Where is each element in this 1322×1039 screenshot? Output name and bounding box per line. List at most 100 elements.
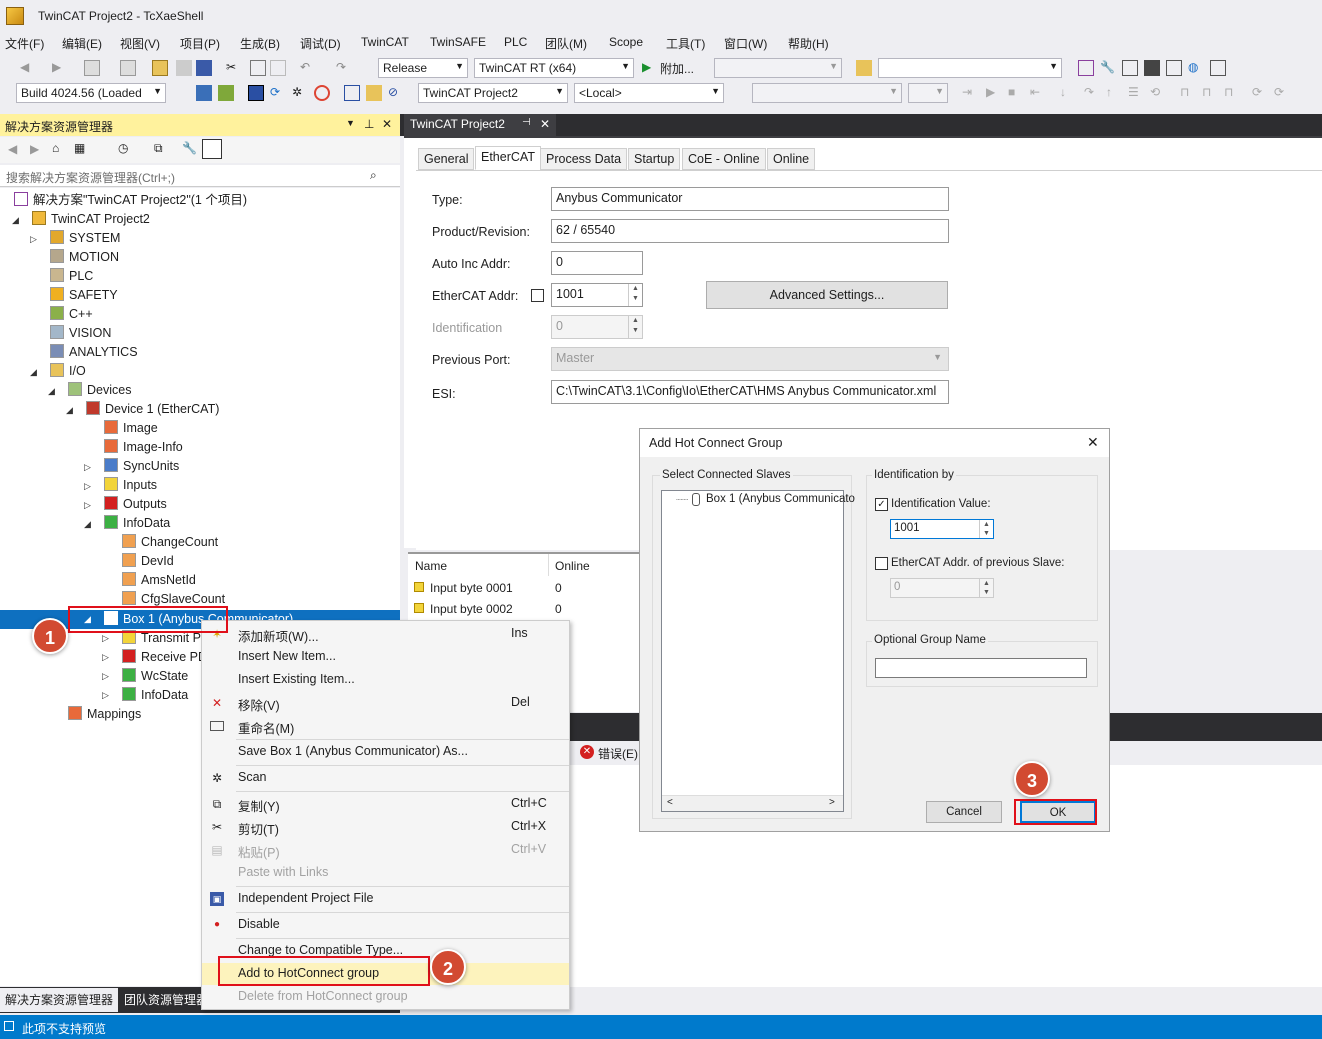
menu-item-independent-file[interactable]: ▣ Independent Project File [202, 888, 569, 910]
find-in-files-icon[interactable] [856, 60, 872, 76]
tab-team-explorer[interactable]: 团队资源管理器 [124, 991, 208, 1008]
close-icon[interactable]: ✕ [540, 117, 550, 131]
product-revision-field[interactable]: 62 / 65540 [551, 219, 949, 243]
tab-ethercat[interactable]: EtherCAT [475, 146, 541, 170]
table-row[interactable]: Input byte 0002 0 [408, 601, 642, 621]
menu-item-copy[interactable]: ⧉ 复制(Y) Ctrl+C [202, 793, 569, 815]
logout-icon[interactable]: ⇤ [1030, 85, 1046, 101]
slave-list-item[interactable]: Box 1 (Anybus Communicato [706, 493, 855, 505]
optional-name-input[interactable] [875, 658, 1087, 678]
menu-view[interactable]: 视图(V) [120, 35, 160, 52]
undo-icon[interactable]: ↶ [300, 60, 316, 76]
search-input[interactable]: 搜索解决方案资源管理器(Ctrl+;) [6, 169, 175, 186]
expand-arrow-icon[interactable]: ◢ [48, 386, 55, 397]
step-over-icon[interactable]: ↷ [1084, 85, 1100, 101]
menu-item-insert-existing[interactable]: Insert Existing Item... [202, 669, 569, 691]
identification-value-input[interactable]: 1001 ▲ ▼ [890, 519, 994, 539]
run-mode-icon[interactable] [218, 85, 234, 101]
collapse-arrow-icon[interactable]: ▷ [84, 500, 91, 511]
menu-item-delete-hotconnect[interactable]: Delete from HotConnect group [202, 986, 569, 1008]
unforce-icon[interactable]: ⊓ [1224, 85, 1240, 101]
horizontal-scrollbar[interactable]: < > [662, 795, 843, 811]
menu-item-paste[interactable]: ▤ 粘贴(P) Ctrl+V [202, 839, 569, 861]
terminal-icon[interactable] [1210, 60, 1226, 76]
force-values-icon[interactable]: ⊓ [1202, 85, 1218, 101]
new-project-icon[interactable] [84, 60, 100, 76]
tab-online[interactable]: Online [767, 148, 816, 170]
menu-item-disable[interactable]: ● Disable [202, 914, 569, 936]
write-values-icon[interactable]: ⊓ [1180, 85, 1196, 101]
globe-icon[interactable]: ◍ [1188, 60, 1204, 76]
scan-icon[interactable]: ✲ [292, 85, 308, 101]
target-dropdown[interactable]: <Local> ▼ [574, 83, 724, 103]
config-mode-icon[interactable] [248, 85, 264, 101]
menu-scope[interactable]: Scope [609, 35, 643, 49]
type-field[interactable]: Anybus Communicator [551, 187, 949, 211]
home-icon[interactable]: ⌂ [52, 141, 59, 155]
breakpoint-icon[interactable]: ☰ [1128, 85, 1144, 101]
tree-item-plc[interactable]: PLC [50, 267, 93, 286]
tree-item-devices[interactable]: Devices [68, 381, 131, 400]
platform-dropdown[interactable]: TwinCAT RT (x64) ▼ [474, 58, 634, 78]
tree-item-analytics[interactable]: ANALYTICS [50, 343, 138, 362]
tree-item-io[interactable]: I/O [50, 362, 86, 381]
table-row[interactable]: Input byte 0001 0 [408, 580, 642, 600]
collapse-arrow-icon[interactable]: ▷ [30, 234, 37, 245]
collapse-arrow-icon[interactable]: ▷ [102, 690, 109, 701]
tree-item-image[interactable]: Image [104, 419, 158, 438]
document-tab[interactable]: TwinCAT Project2 ⊣ ✕ [404, 114, 556, 136]
grid-header-name[interactable]: Name [415, 559, 447, 573]
tree-item-system[interactable]: SYSTEM [50, 229, 120, 248]
close-icon[interactable]: ✕ [1087, 434, 1099, 451]
search-icon[interactable]: ⌕ [370, 168, 377, 183]
login-icon[interactable]: ⇥ [962, 85, 978, 101]
identification-value-checkbox[interactable]: ✓ [875, 498, 888, 511]
menu-item-remove[interactable]: ✕ 移除(V) Del [202, 692, 569, 714]
stop-icon[interactable]: ■ [1008, 85, 1024, 101]
menu-tools[interactable]: 工具(T) [666, 35, 705, 52]
config-dropdown[interactable]: Release ▼ [378, 58, 468, 78]
collapse-all-icon[interactable]: ⧉ [154, 141, 163, 156]
pending-changes-icon[interactable]: ◷ [118, 141, 128, 155]
tree-item-changecount[interactable]: ChangeCount [122, 533, 218, 552]
pin-icon[interactable]: ⊥ [364, 117, 374, 131]
tree-item-solution[interactable]: 解决方案"TwinCAT Project2"(1 个项目) [14, 191, 247, 210]
expand-arrow-icon[interactable]: ◢ [84, 519, 91, 530]
collapse-arrow-icon[interactable]: ▷ [102, 633, 109, 644]
ecaddr-field[interactable]: 1001 ▲ ▼ [551, 283, 643, 307]
tree-item-box-infodata[interactable]: InfoData [122, 686, 188, 705]
spinner-icon[interactable]: ▲ ▼ [628, 284, 642, 306]
restart-icon[interactable] [314, 85, 330, 101]
menu-item-add-new[interactable]: ✶ 添加新项(W)... Ins [202, 623, 569, 645]
chevron-down-icon[interactable]: ▼ [346, 118, 355, 128]
redo-icon[interactable]: ↷ [336, 60, 352, 76]
menu-window[interactable]: 窗口(W) [724, 35, 767, 52]
ecaddr-checkbox[interactable] [531, 289, 544, 302]
add-item-icon[interactable] [120, 60, 136, 76]
esi-field[interactable]: C:\TwinCAT\3.1\Config\Io\EtherCAT\HMS An… [551, 380, 949, 404]
properties-icon[interactable] [1166, 60, 1182, 76]
menu-item-scan[interactable]: ✲ Scan [202, 767, 569, 789]
expand-arrow-icon[interactable]: ◢ [66, 405, 73, 416]
tab-coe-online[interactable]: CoE - Online [682, 148, 766, 170]
tree-item-syncunits[interactable]: SyncUnits [104, 457, 179, 476]
close-icon[interactable]: ✕ [382, 117, 392, 131]
tab-process-data[interactable]: Process Data [540, 148, 628, 170]
tree-item-outputs[interactable]: Outputs [104, 495, 167, 514]
menu-twincat[interactable]: TwinCAT [361, 35, 409, 49]
toolbox-icon[interactable] [1144, 60, 1160, 76]
debug-target-dropdown[interactable]: ▼ [714, 58, 842, 78]
tree-item-safety[interactable]: SAFETY [50, 286, 118, 305]
tree-item-motion[interactable]: MOTION [50, 248, 119, 267]
attach-button[interactable]: 附加... [660, 60, 694, 77]
tree-item-image-info[interactable]: Image-Info [104, 438, 183, 457]
wrench-icon[interactable]: 🔧 [1100, 60, 1116, 76]
expand-arrow-icon[interactable]: ◢ [12, 215, 19, 226]
back-icon[interactable]: ◀ [8, 142, 17, 156]
tree-item-infodata[interactable]: InfoData [104, 514, 170, 533]
menu-item-save-as[interactable]: Save Box 1 (Anybus Communicator) As... [202, 741, 569, 763]
solution-icon[interactable] [1078, 60, 1094, 76]
disable-icon[interactable]: ⊘ [388, 85, 404, 101]
reset-icon[interactable]: ⟲ [1150, 85, 1166, 101]
tab-general[interactable]: General [418, 148, 475, 170]
